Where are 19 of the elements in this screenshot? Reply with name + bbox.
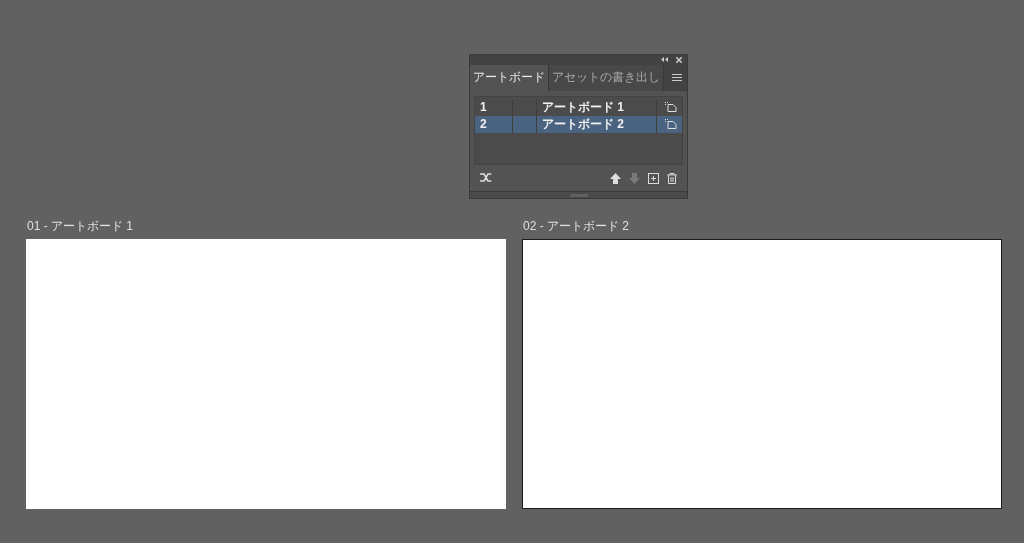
menu-icon[interactable]	[672, 74, 682, 82]
trash-icon[interactable]	[667, 172, 677, 184]
artboard-number: 2	[475, 115, 513, 133]
artboard-row[interactable]: 2 アートボード 2	[475, 115, 682, 133]
up-arrow-icon[interactable]	[610, 172, 621, 184]
resize-grip-icon	[569, 193, 588, 197]
artboard-name: アートボード 1	[537, 98, 657, 116]
add-icon[interactable]	[648, 172, 659, 184]
rearrange-icon[interactable]	[480, 172, 492, 184]
artboard-options-icon	[665, 102, 677, 113]
panel-tab[interactable]: アセットの書き出し	[549, 64, 664, 91]
artboard-label: 01 - アートボード 1	[26, 218, 135, 233]
artboard-options-icon	[665, 119, 677, 130]
artboard-row[interactable]: 1 アートボード 1	[475, 98, 682, 116]
artboard-number: 1	[475, 98, 513, 116]
close-icon[interactable]	[676, 56, 682, 63]
artboard-label: 02 - アートボード 2	[522, 218, 631, 233]
artboard-name: アートボード 2	[537, 115, 657, 133]
panel-tab[interactable]: アートボード	[470, 64, 549, 91]
